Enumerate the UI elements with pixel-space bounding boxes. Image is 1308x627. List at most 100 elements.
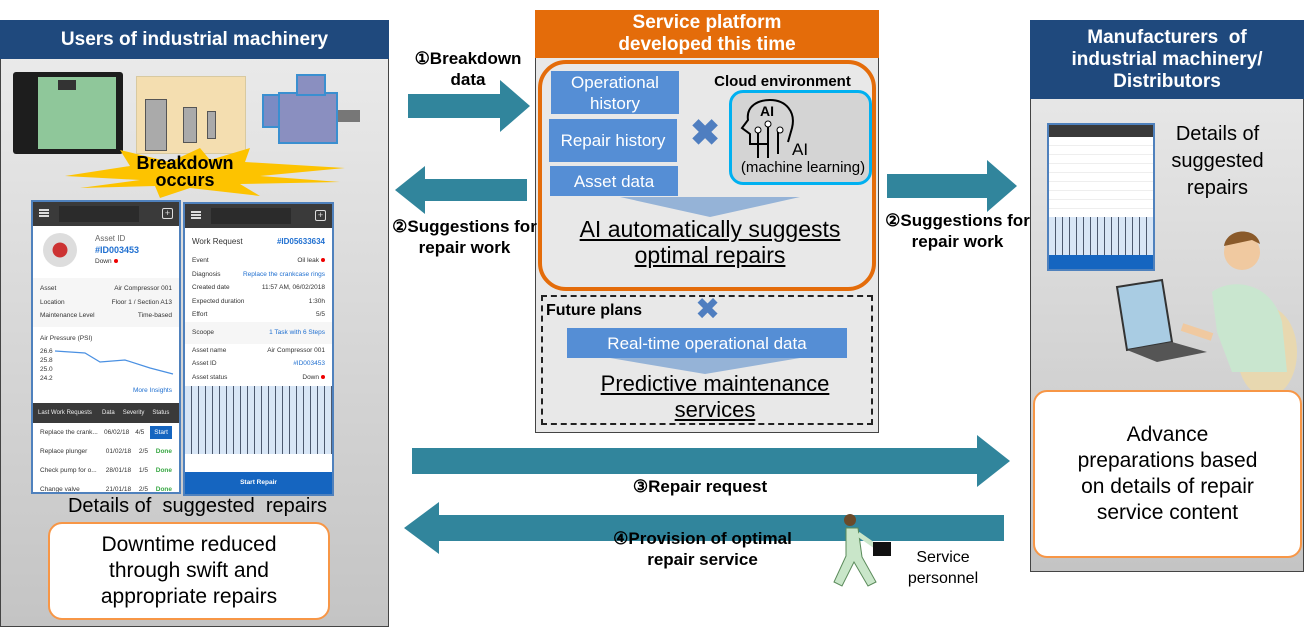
- request-date: 21/01/18: [105, 485, 132, 493]
- floor-map: [185, 386, 332, 454]
- asset-avatar: [43, 233, 77, 267]
- work-request-row[interactable]: Change valve 21/01/18 2/5 Done: [33, 480, 179, 493]
- field-label: Diagnosis: [192, 270, 221, 278]
- cross-icon: ✖: [690, 112, 721, 153]
- field-label: Effort: [192, 311, 208, 319]
- asset-id-label: Asset ID: [95, 234, 126, 243]
- field-label: Maintenance Level: [40, 312, 95, 320]
- tick: 25.8: [40, 356, 53, 364]
- col-header: Data: [102, 409, 115, 416]
- request-severity: 2/5: [138, 485, 148, 493]
- right-benefit-box: Advance preparations based on details of…: [1033, 390, 1302, 558]
- work-request-phone-screen: + Work Request #ID05633634 Event Oil leak …: [183, 202, 334, 496]
- arrow-suggestions-left: [395, 166, 527, 214]
- users-title: Users of industrial machinery: [0, 20, 389, 59]
- operational-history: Operational history: [551, 71, 679, 114]
- service-personnel-image: [833, 514, 891, 587]
- field-label: Location: [40, 298, 65, 306]
- work-request-row[interactable]: Replace the crank... 06/02/18 4/5 Start: [33, 423, 179, 442]
- tick: 24.2: [40, 374, 53, 382]
- field-label: Asset ID: [192, 360, 217, 368]
- cloud-environment-label: Cloud environment: [714, 73, 851, 90]
- pressure-line: [55, 349, 174, 375]
- start-repair-button[interactable]: Start Repair: [185, 472, 332, 494]
- suggestions-left-label: ②Suggestions for repair work: [392, 217, 537, 257]
- predictive-maintenance: Predictive maintenance services: [600, 371, 830, 422]
- field-value: Time-based: [137, 312, 172, 320]
- converge-arrow: [620, 197, 800, 217]
- field-value: 11:57 AM, 06/02/2018: [261, 284, 325, 292]
- repair-history: Repair history: [549, 119, 677, 162]
- menu-icon[interactable]: [39, 209, 49, 217]
- field-label: Asset name: [192, 346, 227, 354]
- more-insights-link[interactable]: More Insights: [133, 387, 172, 394]
- field-label: Asset: [40, 285, 57, 293]
- work-request-id: #ID05633634: [276, 236, 325, 246]
- asset-status: Down: [95, 258, 112, 265]
- request-severity: 4/5: [135, 428, 145, 436]
- request-severity: 1/5: [138, 466, 148, 474]
- left-benefit-box: Downtime reduced through swift and appro…: [48, 522, 330, 620]
- request-name: Check pump for o...: [40, 466, 97, 474]
- work-request-row[interactable]: Check pump for o... 28/01/18 1/5 Done: [33, 461, 179, 480]
- engineer-with-laptop-image: [1115, 231, 1297, 397]
- status-done: Done: [155, 447, 172, 455]
- service-platform-title: Service platform developed this time: [535, 10, 879, 58]
- repair-request-label: ③Repair request: [632, 477, 768, 496]
- field-value: 1:30h: [308, 297, 325, 305]
- arrow-suggestions-right: [887, 160, 1017, 212]
- work-request-title: Work Request: [192, 236, 243, 246]
- request-date: 28/01/18: [105, 466, 132, 474]
- realtime-data: Real-time operational data: [567, 328, 847, 358]
- status-done: Done: [155, 466, 172, 474]
- request-name: Replace plunger: [40, 447, 88, 455]
- motor-image: [262, 74, 366, 146]
- start-button[interactable]: Start: [150, 425, 172, 439]
- scan-icon[interactable]: +: [315, 210, 326, 221]
- asset-id-link[interactable]: #ID003453: [293, 360, 325, 367]
- field-label: Asset status: [192, 373, 228, 381]
- field-value: Air Compressor 001: [114, 285, 172, 293]
- air-pressure-chart: Air Pressure (PSI) 26.6 25.8 25.0 24.2 More…: [33, 327, 179, 403]
- cross-icon: ✖: [695, 293, 721, 326]
- diagnosis-link[interactable]: Replace the crankcase rings: [243, 271, 325, 278]
- tick: 25.0: [40, 365, 53, 373]
- field-label: Created date: [192, 284, 230, 292]
- tick: 26.6: [40, 347, 53, 355]
- scope-link[interactable]: 1 Task with 6 Steps: [269, 329, 325, 336]
- col-header: Last Work Requests: [38, 409, 92, 416]
- field-label: Event: [192, 257, 209, 265]
- event-value: Oil leak: [297, 257, 319, 265]
- field-value: Down: [302, 373, 319, 381]
- service-personnel-label: Service personnel: [907, 549, 979, 587]
- col-header: Severity: [122, 409, 145, 416]
- breakdown-data-label: ①Breakdown data: [414, 49, 522, 89]
- factory-room-image: [136, 76, 246, 154]
- ai-logo: AI: [760, 103, 774, 119]
- compressor-image: [13, 72, 123, 154]
- request-severity: 2/5: [138, 447, 148, 455]
- ai-suggests-result: AI automatically suggests optimal repair…: [579, 216, 841, 268]
- request-name: Change valve: [40, 485, 80, 493]
- field-label: Expected duration: [192, 297, 245, 305]
- request-date: 06/02/18: [103, 428, 130, 436]
- status-done: Done: [155, 485, 172, 493]
- right-details-label: Details of suggested repairs: [1171, 123, 1264, 199]
- machine-learning-label: (machine learning): [740, 159, 866, 176]
- menu-icon[interactable]: [191, 211, 201, 219]
- chart-title: Air Pressure (PSI): [40, 334, 93, 342]
- field-value: Air Compressor 001: [267, 346, 325, 354]
- col-header: Status: [152, 409, 170, 416]
- asset-id: #ID003453: [95, 245, 140, 255]
- ai-label: AI: [792, 140, 809, 159]
- scan-icon[interactable]: +: [162, 208, 173, 219]
- work-request-row[interactable]: Replace plunger 01/02/18 2/5 Done: [33, 442, 179, 461]
- request-name: Replace the crank...: [40, 428, 98, 436]
- request-date: 01/02/18: [105, 447, 132, 455]
- asset-data: Asset data: [550, 166, 678, 196]
- future-plans-label: Future plans: [546, 302, 643, 319]
- repair-service-label: ④Provision of optimal repair service: [613, 529, 792, 569]
- field-value: 5/5: [315, 311, 325, 319]
- breakdown-label: Breakdown occurs: [136, 153, 234, 190]
- field-label: Scoope: [192, 329, 215, 336]
